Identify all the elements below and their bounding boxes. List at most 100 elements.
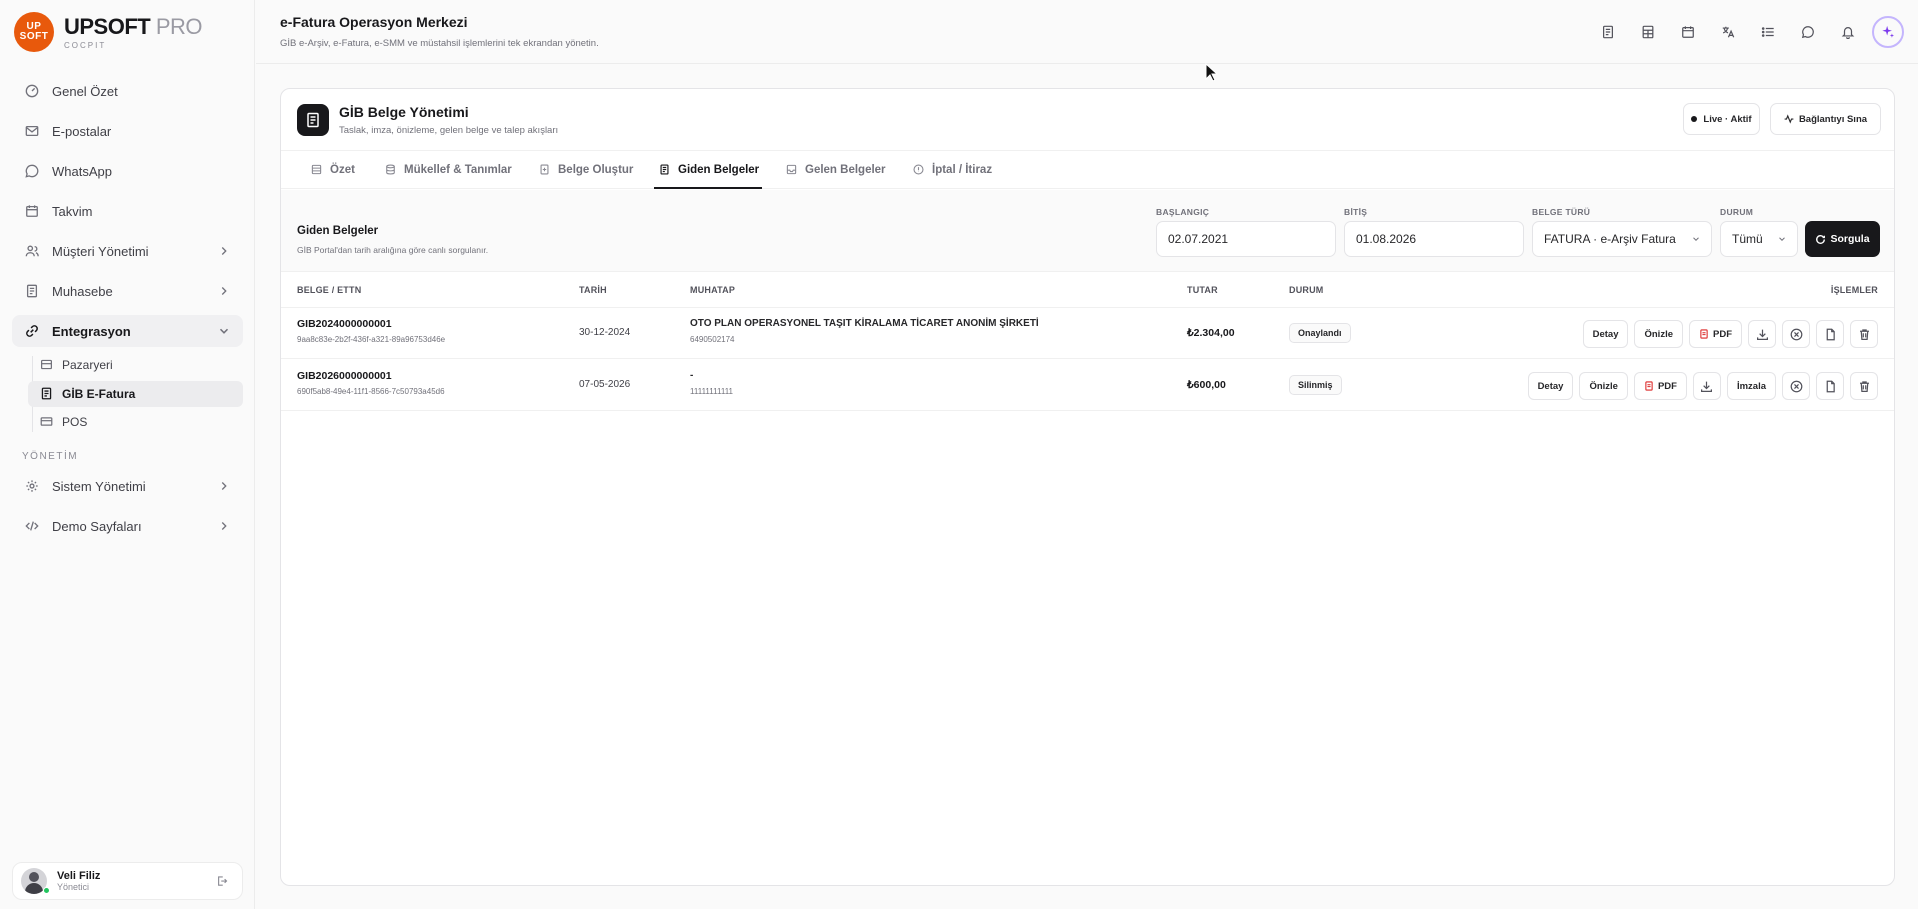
document-ettn: 9aa8c83e-2b2f-436f-a321-89a96753d46e — [297, 335, 446, 344]
panel-header: GİB Belge Yönetimi Taslak, imza, önizlem… — [281, 89, 1894, 151]
whatsapp-icon — [24, 163, 40, 179]
sidebar-section-label: YÖNETİM — [22, 451, 79, 462]
start-date-input[interactable]: 02.07.2021 — [1156, 221, 1336, 257]
page-title: e-Fatura Operasyon Merkezi — [280, 14, 468, 30]
sidebar-item-label: Sistem Yönetimi — [52, 478, 146, 494]
sidebar: UP SOFT UPSOFT PRO COCPIT Genel Özet E-p… — [0, 0, 255, 909]
list-icon[interactable] — [1748, 16, 1788, 48]
cancel-document-button[interactable] — [1782, 320, 1810, 348]
tab-label: Belge Oluştur — [558, 164, 634, 176]
code-icon — [24, 518, 40, 534]
sidebar-item-sistem-yonetimi[interactable]: Sistem Yönetimi — [12, 470, 243, 502]
tab-belge-olustur[interactable]: Belge Oluştur — [539, 151, 633, 189]
chat-icon[interactable] — [1788, 16, 1828, 48]
tab-gelen-belgeler[interactable]: Gelen Belgeler — [786, 151, 886, 189]
grid-icon — [311, 164, 323, 176]
bell-icon[interactable] — [1828, 16, 1868, 48]
column-header-amount: TUTAR — [1187, 285, 1218, 295]
query-button[interactable]: Sorgula — [1805, 221, 1880, 257]
x-circle-icon — [1790, 328, 1802, 340]
start-date-label: BAŞLANGIÇ — [1156, 207, 1210, 217]
sidebar-item-demo-sayfalari[interactable]: Demo Sayfaları — [12, 510, 243, 542]
document-ettn: 690f5ab8-49e4-11f1-8566-7c50793a45d6 — [297, 387, 445, 396]
pdf-button[interactable]: PDF — [1689, 320, 1742, 348]
sidebar-item-entegrasyon[interactable]: Entegrasyon — [12, 315, 243, 347]
file-button[interactable] — [1816, 372, 1844, 400]
download-icon — [1701, 381, 1713, 392]
receipt-icon — [24, 283, 40, 299]
brand[interactable]: UP SOFT UPSOFT PRO COCPIT — [14, 11, 203, 53]
file-plus-icon — [539, 164, 551, 176]
delete-button[interactable] — [1850, 372, 1878, 400]
live-status-button[interactable]: Live · Aktif — [1683, 103, 1760, 135]
logout-icon[interactable] — [216, 875, 228, 887]
dashboard-icon — [24, 83, 40, 99]
column-header-actions: İŞLEMLER — [1830, 285, 1878, 295]
download-button[interactable] — [1692, 372, 1721, 400]
mouse-cursor-icon — [1205, 63, 1219, 82]
document-type-value: FATURA · e-Arşiv Fatura — [1544, 232, 1676, 246]
document-number: GIB2026000000001 — [297, 370, 392, 382]
spreadsheet-icon[interactable] — [1628, 16, 1668, 48]
online-status-dot — [43, 887, 50, 894]
sidebar-item-muhasebe[interactable]: Muhasebe — [12, 275, 243, 307]
table-row[interactable]: GIB2026000000001 690f5ab8-49e4-11f1-8566… — [281, 360, 1894, 411]
document-icon — [40, 387, 54, 401]
activity-icon — [1784, 114, 1794, 124]
sidebar-subitem-pos[interactable]: POS — [28, 409, 243, 435]
download-button[interactable] — [1748, 320, 1776, 348]
sidebar-item-label: Muhasebe — [52, 283, 113, 299]
delete-button[interactable] — [1850, 320, 1878, 348]
panel-title: GİB Belge Yönetimi — [339, 104, 469, 120]
detail-button[interactable]: Detay — [1527, 372, 1574, 400]
sidebar-subitem-gib-efatura[interactable]: GİB E-Fatura — [28, 381, 243, 407]
trash-icon — [1859, 328, 1869, 340]
tab-mukellef-tanimlar[interactable]: Mükellef & Tanımlar — [385, 151, 512, 189]
detail-button[interactable]: Detay — [1582, 320, 1629, 348]
document-type-label: BELGE TÜRÜ — [1532, 207, 1591, 217]
tab-iptal-itiraz[interactable]: İptal / İtiraz — [913, 151, 992, 189]
preview-button[interactable]: Önizle — [1634, 320, 1683, 348]
brand-name-main: UPSOFT — [64, 13, 151, 39]
pdf-button[interactable]: PDF — [1633, 372, 1687, 400]
status-filter-value: Tümü — [1732, 232, 1763, 246]
chevron-down-icon — [219, 328, 229, 334]
document-type-select[interactable]: FATURA · e-Arşiv Fatura — [1532, 221, 1712, 257]
table-row[interactable]: GIB2024000000001 9aa8c83e-2b2f-436f-a321… — [281, 308, 1894, 359]
sidebar-item-genel-ozet[interactable]: Genel Özet — [12, 75, 243, 107]
translate-icon[interactable] — [1708, 16, 1748, 48]
user-card[interactable]: Veli Filiz Yönetici — [12, 862, 243, 900]
ai-assistant-button[interactable] — [1872, 16, 1904, 48]
calendar-icon[interactable] — [1668, 16, 1708, 48]
users-icon — [24, 243, 40, 259]
active-tab-indicator — [654, 187, 762, 189]
card-icon — [40, 415, 54, 429]
tab-ozet[interactable]: Özet — [311, 151, 355, 189]
test-connection-button[interactable]: Bağlantıyı Sına — [1770, 103, 1881, 135]
preview-button[interactable]: Önizle — [1579, 372, 1628, 400]
chevron-down-icon — [1779, 237, 1785, 241]
tab-label: Mükellef & Tanımlar — [404, 164, 512, 176]
file-button[interactable] — [1816, 320, 1844, 348]
sidebar-item-label: Takvim — [52, 203, 93, 219]
gib-document-panel: GİB Belge Yönetimi Taslak, imza, önizlem… — [280, 88, 1895, 886]
sidebar-item-takvim[interactable]: Takvim — [12, 195, 243, 227]
pdf-button-label: PDF — [1657, 380, 1677, 392]
end-date-input[interactable]: 01.08.2026 — [1344, 221, 1524, 257]
status-filter-select[interactable]: Tümü — [1720, 221, 1798, 257]
sidebar-item-e-postalar[interactable]: E-postalar — [12, 115, 243, 147]
cancel-document-button[interactable] — [1782, 372, 1810, 400]
document-amount: ₺2.304,00 — [1187, 327, 1235, 339]
brand-name-suffix: PRO — [155, 13, 203, 39]
brand-subtitle: COCPIT — [64, 40, 107, 50]
sign-button[interactable]: İmzala — [1726, 372, 1776, 400]
tab-giden-belgeler[interactable]: Giden Belgeler — [659, 151, 759, 189]
sidebar-item-musteri-yonetimi[interactable]: Müşteri Yönetimi — [12, 235, 243, 267]
status-badge: Onaylandı — [1289, 323, 1351, 343]
invoice-icon[interactable] — [1588, 16, 1628, 48]
sidebar-item-whatsapp[interactable]: WhatsApp — [12, 155, 243, 187]
sidebar-subitem-pazaryeri[interactable]: Pazaryeri — [28, 352, 243, 378]
tab-bar: Özet Mükellef & Tanımlar Belge Oluştur G… — [281, 151, 1894, 189]
column-header-status: DURUM — [1289, 285, 1324, 295]
live-status-label: Live · Aktif — [1703, 113, 1752, 125]
